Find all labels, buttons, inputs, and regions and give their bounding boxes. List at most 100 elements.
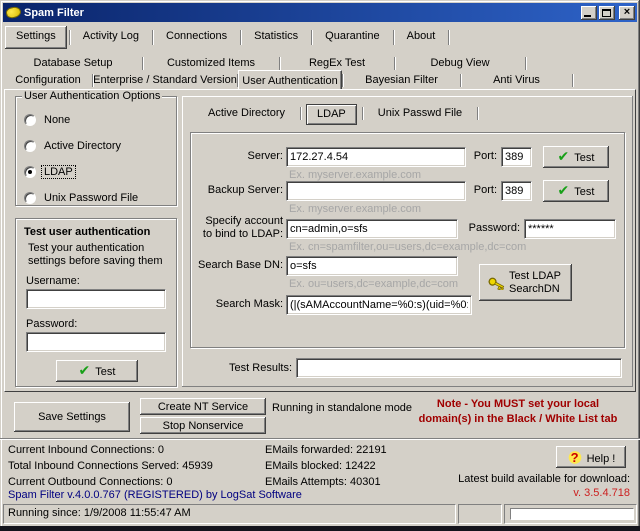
radio-label-active-directory: Active Directory: [42, 140, 123, 152]
stat-line: EMails blocked: 12422: [265, 458, 387, 474]
radio-label-none: None: [42, 114, 72, 126]
backup-server-input[interactable]: [286, 181, 466, 201]
help-button-label: Help !: [587, 453, 616, 465]
directory-tab-panel: Active DirectoryLDAPUnix Passwd File Ser…: [182, 96, 633, 387]
stop-nonservice-label: Stop Nonservice: [163, 420, 244, 432]
backup-server-label: Backup Server:: [191, 184, 283, 196]
test-username-input[interactable]: [26, 289, 166, 309]
radio-option-unix-password-file[interactable]: Unix Password File: [24, 192, 176, 204]
latest-build-version: v. 3.5.4.718: [573, 487, 630, 499]
tab-configuration[interactable]: Configuration: [4, 72, 92, 89]
base-dn-input[interactable]: [286, 256, 458, 276]
radio-option-active-directory[interactable]: Active Directory: [24, 140, 176, 152]
tab-divider: [300, 107, 301, 120]
help-button[interactable]: ? Help !: [556, 446, 626, 468]
test-auth-button-label: Test: [95, 366, 115, 378]
test-searchdn-line2: SearchDN: [509, 283, 560, 295]
question-icon: ?: [567, 450, 583, 465]
tab-connections[interactable]: Connections: [155, 26, 238, 49]
tab-activity-log[interactable]: Activity Log: [72, 26, 150, 49]
create-nt-service-button[interactable]: Create NT Service: [140, 398, 266, 415]
status-bar: Running since: 1/9/2008 11:55:47 AM: [3, 504, 637, 524]
tab-divider: [69, 30, 70, 45]
bind-password-input[interactable]: [524, 219, 616, 239]
test-auth-description: Test your authentication settings before…: [28, 242, 168, 268]
minimize-icon: [584, 15, 591, 17]
stats-column-emails: EMails forwarded: 22191EMails blocked: 1…: [265, 442, 387, 490]
tab-quarantine[interactable]: Quarantine: [314, 26, 390, 49]
test-auth-button[interactable]: ✔Test: [56, 360, 138, 382]
tab-enterprise-standard-version[interactable]: Enterprise / Standard Version: [93, 72, 237, 89]
tab-divider: [448, 30, 449, 45]
tab-debug-view[interactable]: Debug View: [395, 55, 525, 72]
close-icon: ×: [619, 6, 635, 19]
test-password-input[interactable]: [26, 332, 166, 352]
tab-user-authentication[interactable]: User Authentication: [238, 70, 342, 89]
server-hint: Ex. myserver.example.com: [289, 169, 421, 181]
tab-divider: [393, 30, 394, 45]
test-searchdn-button[interactable]: Test LDAPSearchDN: [479, 264, 572, 301]
tab-ldap[interactable]: LDAP: [306, 104, 357, 125]
server-test-button[interactable]: ✔Test: [543, 146, 609, 168]
tab-active-directory[interactable]: Active Directory: [198, 104, 295, 125]
tab-anti-virus[interactable]: Anti Virus: [461, 72, 572, 89]
backup-port-input[interactable]: [501, 181, 532, 201]
status-progress-well: [510, 508, 634, 520]
test-results-input[interactable]: [296, 358, 622, 378]
server-input[interactable]: [286, 147, 466, 167]
base-dn-label: Search Base DN:: [191, 259, 283, 271]
radio-button-unix-password-file[interactable]: [24, 192, 36, 204]
stat-line: Current Outbound Connections: 0: [8, 474, 213, 490]
spam-filter-window: Spam Filter × SettingsActivity LogConnec…: [0, 0, 640, 531]
close-button[interactable]: ×: [619, 6, 635, 20]
note-line1: Note - You MUST set your local: [437, 398, 599, 410]
stop-nonservice-button[interactable]: Stop Nonservice: [140, 417, 266, 434]
bind-account-input[interactable]: [286, 219, 458, 239]
save-settings-button[interactable]: Save Settings: [14, 402, 130, 432]
tab-settings[interactable]: Settings: [5, 26, 67, 49]
test-auth-panel: Test user authentication Test your authe…: [15, 218, 177, 387]
bind-password-label: Password:: [468, 222, 520, 234]
save-settings-label: Save Settings: [38, 411, 106, 423]
key-icon: [487, 275, 506, 290]
stat-line: Current Inbound Connections: 0: [8, 442, 213, 458]
stats-column-connections: Current Inbound Connections: 0Total Inbo…: [8, 442, 213, 490]
server-test-button-label: Test: [574, 152, 594, 164]
test-results-label: Test Results:: [222, 362, 292, 374]
auth-options-title: User Authentication Options: [22, 90, 162, 102]
backup-port-label: Port:: [469, 184, 497, 196]
radio-button-ldap[interactable]: [24, 166, 36, 178]
radio-button-none[interactable]: [24, 114, 36, 126]
radio-label-ldap: LDAP: [42, 166, 75, 178]
tab-about[interactable]: About: [396, 26, 447, 49]
search-mask-label: Search Mask:: [191, 298, 283, 310]
radio-option-none[interactable]: None: [24, 114, 176, 126]
maximize-button[interactable]: [599, 6, 615, 20]
running-since-panel: Running since: 1/9/2008 11:55:47 AM: [3, 504, 456, 524]
local-domains-note: Note - You MUST set your local domain(s)…: [402, 397, 634, 427]
test-auth-title: Test user authentication: [24, 226, 150, 238]
tab-unix-passwd-file[interactable]: Unix Passwd File: [368, 104, 472, 125]
status-panel-2: [458, 504, 502, 524]
stat-line: EMails forwarded: 22191: [265, 442, 387, 458]
tab-database-setup[interactable]: Database Setup: [4, 55, 142, 72]
tab-bayesian-filter[interactable]: Bayesian Filter: [343, 72, 460, 89]
standalone-mode-text: Running in standalone mode: [272, 402, 412, 414]
minimize-button[interactable]: [581, 6, 597, 20]
note-line2: domain(s) in the Black / White List tab: [419, 413, 618, 425]
tab-divider: [311, 30, 312, 45]
create-nt-service-label: Create NT Service: [158, 401, 248, 413]
server-port-label: Port:: [469, 150, 497, 162]
registered-version-text: Spam Filter v.4.0.0.767 (REGISTERED) by …: [8, 489, 302, 501]
stats-separator: [0, 438, 640, 440]
tab-strip-filler: [526, 55, 636, 72]
radio-option-ldap[interactable]: LDAP: [24, 166, 176, 178]
backup-test-button[interactable]: ✔Test: [543, 180, 609, 202]
server-port-input[interactable]: [501, 147, 532, 167]
tab-statistics[interactable]: Statistics: [243, 26, 309, 49]
radio-label-unix-password-file: Unix Password File: [42, 192, 140, 204]
search-mask-input[interactable]: [286, 295, 472, 315]
test-password-label: Password:: [26, 318, 77, 330]
maximize-icon: [602, 9, 611, 17]
radio-button-active-directory[interactable]: [24, 140, 36, 152]
